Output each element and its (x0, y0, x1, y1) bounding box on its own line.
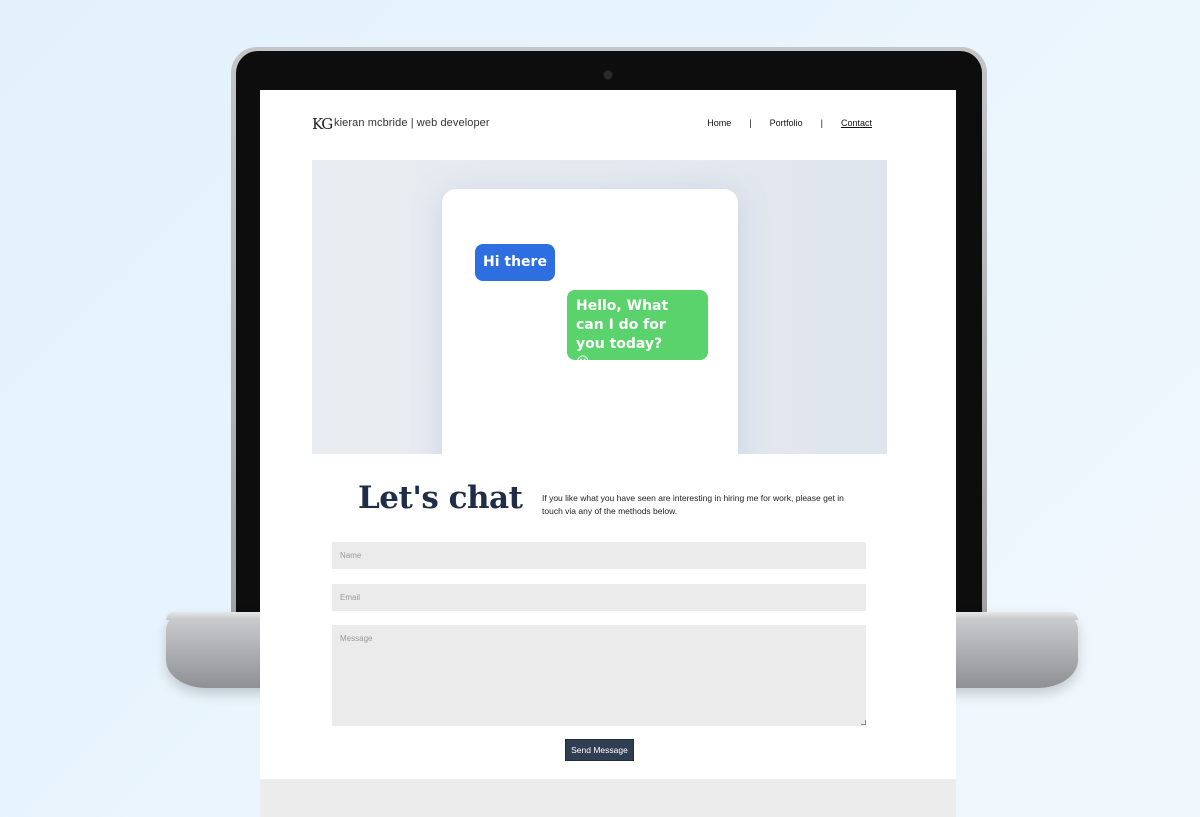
phone-screen: Hi there Hello, What can I do for you to… (442, 189, 738, 454)
resize-handle-icon[interactable] (861, 720, 866, 725)
nav-separator: | (749, 118, 752, 128)
section-title: Let's chat (358, 480, 523, 516)
section-intro: If you like what you have seen are inter… (542, 493, 844, 516)
name-field[interactable] (332, 542, 866, 569)
brand-name[interactable]: kieran mcbride | web developer (334, 117, 490, 129)
send-message-button[interactable]: Send Message (565, 739, 634, 761)
logo-icon[interactable]: KG (312, 115, 333, 133)
main-nav: Home | Portfolio | Contact (707, 118, 872, 128)
webcam-icon (604, 71, 612, 79)
site-header: KG kieran mcbride | web developer Home |… (312, 114, 872, 136)
chat-bubble-reply-text: Hello, What can I do for you today? (576, 298, 669, 352)
nav-separator: | (820, 118, 823, 128)
nav-portfolio-link[interactable]: Portfolio (770, 118, 803, 128)
website-page: KG kieran mcbride | web developer Home |… (260, 90, 956, 817)
footer (260, 779, 956, 817)
chat-bubble-greeting: Hi there (475, 244, 555, 281)
chat-bubble-reply: Hello, What can I do for you today? ☺ (567, 290, 708, 370)
smiling-emoji-icon: ☺ (576, 355, 590, 370)
message-field[interactable] (332, 625, 866, 726)
nav-home-link[interactable]: Home (707, 118, 731, 128)
nav-contact-link[interactable]: Contact (841, 118, 872, 128)
email-field[interactable] (332, 584, 866, 611)
hero-image: Hi there Hello, What can I do for you to… (312, 160, 887, 454)
